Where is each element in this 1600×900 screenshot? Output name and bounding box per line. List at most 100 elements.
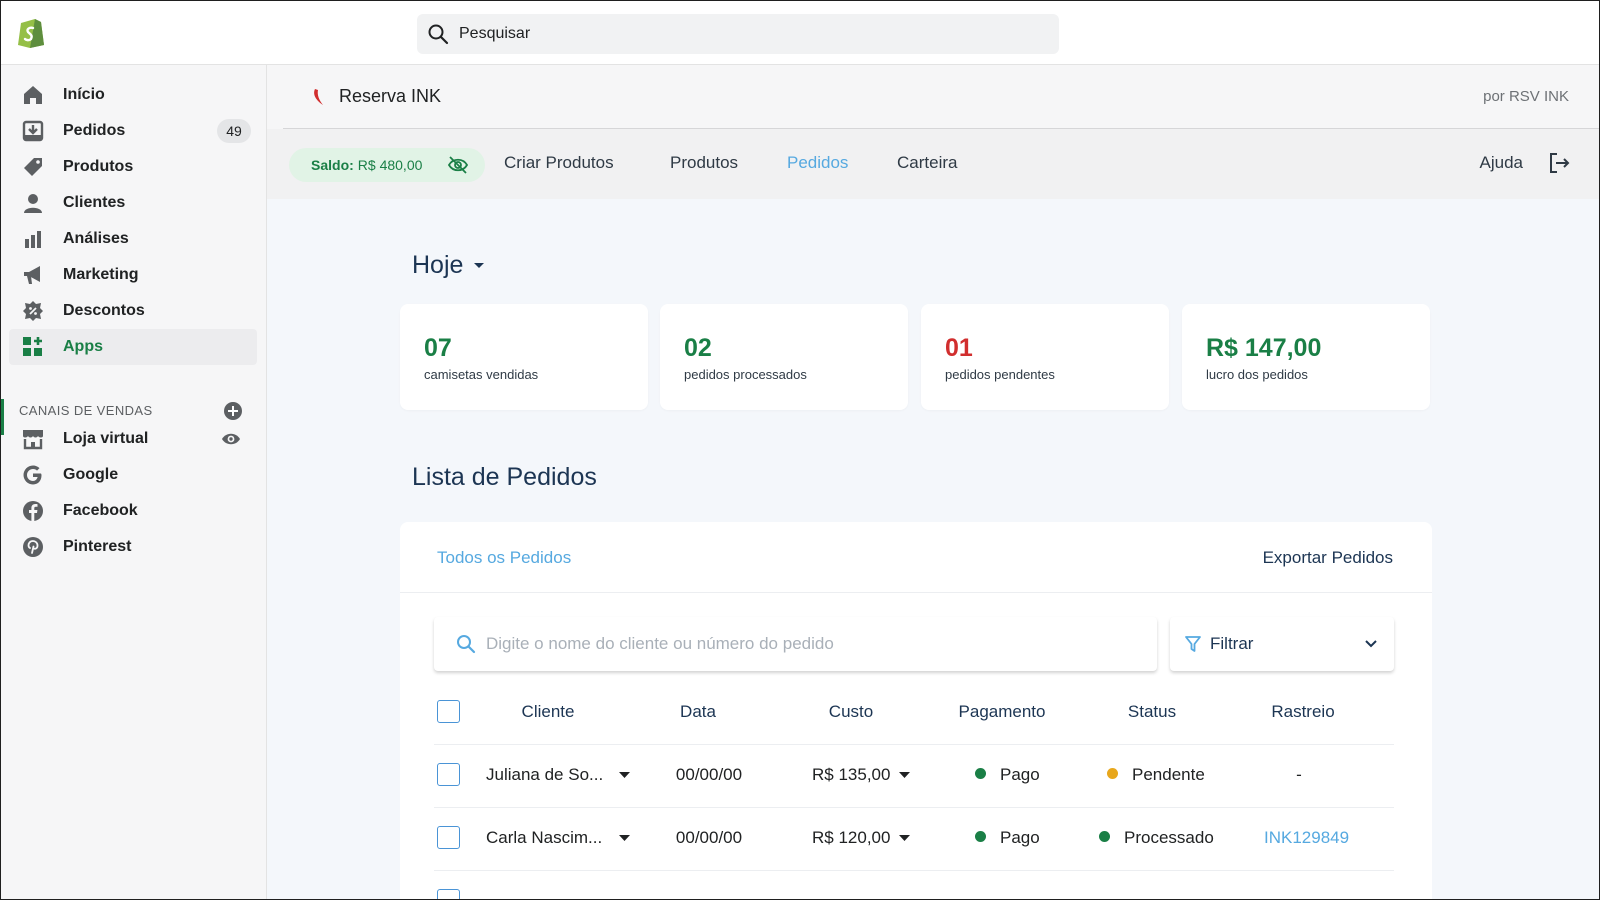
orders-card: Todos os Pedidos Exportar Pedidos Filtra… [400,522,1432,899]
cell-custo: R$ 120,00 [812,828,891,847]
sidebar-item-label: Pinterest [63,538,132,555]
select-all-checkbox[interactable] [437,700,460,723]
sidebar-item-clientes[interactable]: Clientes [9,185,257,221]
row-checkbox[interactable] [437,763,460,786]
global-search[interactable]: Pesquisar [417,14,1059,54]
status-text: Processado [1124,828,1214,847]
sales-channels-title: CANAIS DE VENDAS [19,403,153,418]
stat-caption: lucro dos pedidos [1206,367,1308,382]
sidebar-item-label: Marketing [63,266,139,283]
tab-carteira[interactable]: Carteira [897,153,957,173]
tab-produtos[interactable]: Produtos [670,153,738,173]
balance-label: Saldo: [311,157,354,173]
col-header-cliente[interactable]: Cliente [522,702,575,722]
sidebar-item-produtos[interactable]: Produtos [9,149,257,185]
sidebar-item-pinterest[interactable]: Pinterest [9,529,257,565]
col-header-data[interactable]: Data [680,702,716,722]
caret-down-icon[interactable] [619,772,630,779]
sidebar-item-facebook[interactable]: Facebook [9,493,257,529]
sidebar-item-pedidos[interactable]: Pedidos 49 [9,113,257,149]
store-icon [21,427,45,451]
search-icon [457,635,476,654]
caret-down-icon[interactable] [619,835,630,842]
hide-balance-eye-off-icon[interactable] [447,155,469,175]
logout-icon[interactable] [1547,151,1571,175]
megaphone-icon [21,263,45,287]
view-store-eye-icon[interactable] [221,430,241,448]
sidebar-item-apps[interactable]: Apps [9,329,257,365]
stat-card: R$ 147,00 lucro dos pedidos [1182,304,1430,410]
orders-section-title: Lista de Pedidos [412,463,597,491]
sidebar-item-label: Facebook [63,502,138,519]
cell-cliente[interactable]: Juliana de So... [486,765,603,785]
sidebar-item-analises[interactable]: Análises [9,221,257,257]
shopify-logo-icon[interactable] [17,16,45,48]
pending-status-dot [1107,768,1118,779]
col-header-pagamento[interactable]: Pagamento [959,702,1046,722]
stat-card: 07 camisetas vendidas [400,304,648,410]
balance-pill: Saldo: R$ 480,00 [289,148,485,182]
row-checkbox[interactable] [437,889,460,899]
app-developer[interactable]: por RSV INK [1483,88,1569,105]
filter-label: Filtrar [1210,634,1254,653]
sidebar-item-loja-virtual[interactable]: Loja virtual [9,421,257,457]
app-header: Reserva INK por RSV INK [267,65,1599,129]
period-selector[interactable]: Hoje [412,251,485,280]
active-indicator [1,399,4,435]
sidebar-item-descontos[interactable]: Descontos [9,293,257,329]
cell-data: 00/00/00 [675,828,743,847]
sidebar-item-google[interactable]: Google [9,457,257,493]
person-icon [21,191,45,215]
stat-caption: pedidos pendentes [945,367,1055,382]
balance-value: R$ 480,00 [357,157,423,173]
stat-value: R$ 147,00 [1206,334,1322,362]
sidebar-item-label: Início [63,86,105,103]
filter-icon [1185,636,1201,652]
cell-status: Pendente [1107,765,1205,785]
chevron-down-icon [1365,640,1377,648]
sidebar-item-inicio[interactable]: Início [9,77,257,113]
sidebar-item-label: Apps [63,338,103,355]
divider [400,592,1432,593]
bar-chart-icon [21,227,45,251]
tab-criar-produtos[interactable]: Criar Produtos [504,153,614,173]
processed-status-dot [1099,831,1110,842]
facebook-icon [21,499,45,523]
col-header-status[interactable]: Status [1128,702,1176,722]
pinterest-icon [21,535,45,559]
caret-down-icon [474,262,485,268]
row-checkbox[interactable] [437,826,460,849]
payment-text: Pago [1000,828,1040,847]
home-icon [21,83,45,107]
divider [434,870,1394,871]
all-orders-tab[interactable]: Todos os Pedidos [437,548,571,568]
cell-data: 00/00/00 [675,765,743,784]
caret-down-icon[interactable] [899,835,910,842]
col-header-custo[interactable]: Custo [829,702,873,722]
app-name: Reserva INK [339,86,442,106]
sidebar: Início Pedidos 49 Produtos Clientes Anál… [1,65,267,899]
sidebar-item-label: Produtos [63,158,134,175]
sidebar-item-label: Descontos [63,302,145,319]
google-icon [21,463,45,487]
sidebar-item-label: Loja virtual [63,430,149,447]
main-content: Hoje 07 camisetas vendidas 02 pedidos pr… [267,199,1599,899]
add-channel-icon[interactable] [223,401,243,421]
top-bar: Pesquisar [1,1,1599,65]
divider [434,744,1394,745]
sidebar-item-label: Clientes [63,194,126,211]
sidebar-item-marketing[interactable]: Marketing [9,257,257,293]
divider [434,807,1394,808]
tracking-link[interactable]: INK129849 [1264,828,1349,848]
order-search-input[interactable] [486,634,1126,654]
sidebar-item-label: Google [63,466,119,483]
cell-pagamento: Pago [975,765,1040,785]
cell-cliente[interactable]: Carla Nascim... [486,828,602,848]
export-orders-button[interactable]: Exportar Pedidos [1263,548,1393,568]
filter-dropdown[interactable]: Filtrar [1170,617,1394,671]
col-header-rastreio[interactable]: Rastreio [1271,702,1334,722]
app-nav: Saldo: R$ 480,00 Criar Produtos Produtos… [267,129,1599,199]
caret-down-icon[interactable] [899,772,910,779]
tab-pedidos[interactable]: Pedidos [787,153,848,173]
help-link[interactable]: Ajuda [1480,153,1523,173]
